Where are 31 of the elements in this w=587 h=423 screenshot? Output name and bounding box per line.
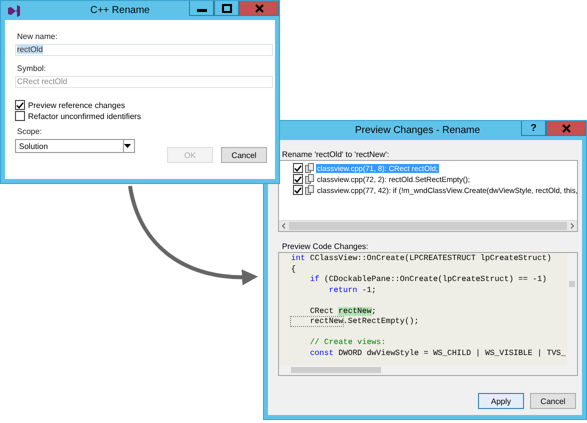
new-name-field[interactable]: rectOld: [15, 44, 273, 56]
checkbox[interactable]: [293, 163, 303, 173]
rename-label: Rename 'rectOld' to 'rectNew':: [282, 150, 390, 159]
dialog-button[interactable]: Cancel: [221, 147, 267, 163]
maximize-button[interactable]: [214, 1, 239, 16]
dialog-button[interactable]: Cancel: [530, 393, 576, 409]
dialog-button[interactable]: Apply: [478, 393, 524, 409]
close-button[interactable]: [546, 121, 586, 136]
app-logo-icon: [7, 4, 21, 18]
new-name-label: New name:: [17, 32, 58, 41]
checkbox[interactable]: [293, 174, 303, 184]
code-changes-label: Preview Code Changes:: [282, 242, 368, 251]
close-icon: [254, 4, 264, 12]
scope-dropdown[interactable]: Solution: [15, 139, 135, 153]
symbol-field: CRect rectOld: [15, 76, 273, 88]
maximize-icon: [222, 4, 232, 12]
scope-label: Scope:: [17, 127, 43, 136]
checkbox[interactable]: [293, 185, 303, 195]
option-label: Refactor unconfirmed identifiers: [28, 112, 141, 120]
checkbox[interactable]: [15, 111, 25, 121]
window-title: Preview Changes - Rename: [354, 125, 482, 136]
new-name-value: rectOld: [17, 45, 43, 54]
window-title: C++ Rename: [89, 5, 151, 16]
help-button[interactable]: ?: [521, 121, 546, 136]
symbol-label: Symbol:: [17, 64, 47, 73]
checkbox[interactable]: [15, 100, 25, 110]
option-label: Preview reference changes: [28, 100, 125, 110]
dropdown-arrow-icon: [124, 144, 131, 148]
minimize-button[interactable]: [189, 1, 214, 16]
close-icon: [562, 124, 570, 132]
close-button[interactable]: [239, 1, 279, 16]
